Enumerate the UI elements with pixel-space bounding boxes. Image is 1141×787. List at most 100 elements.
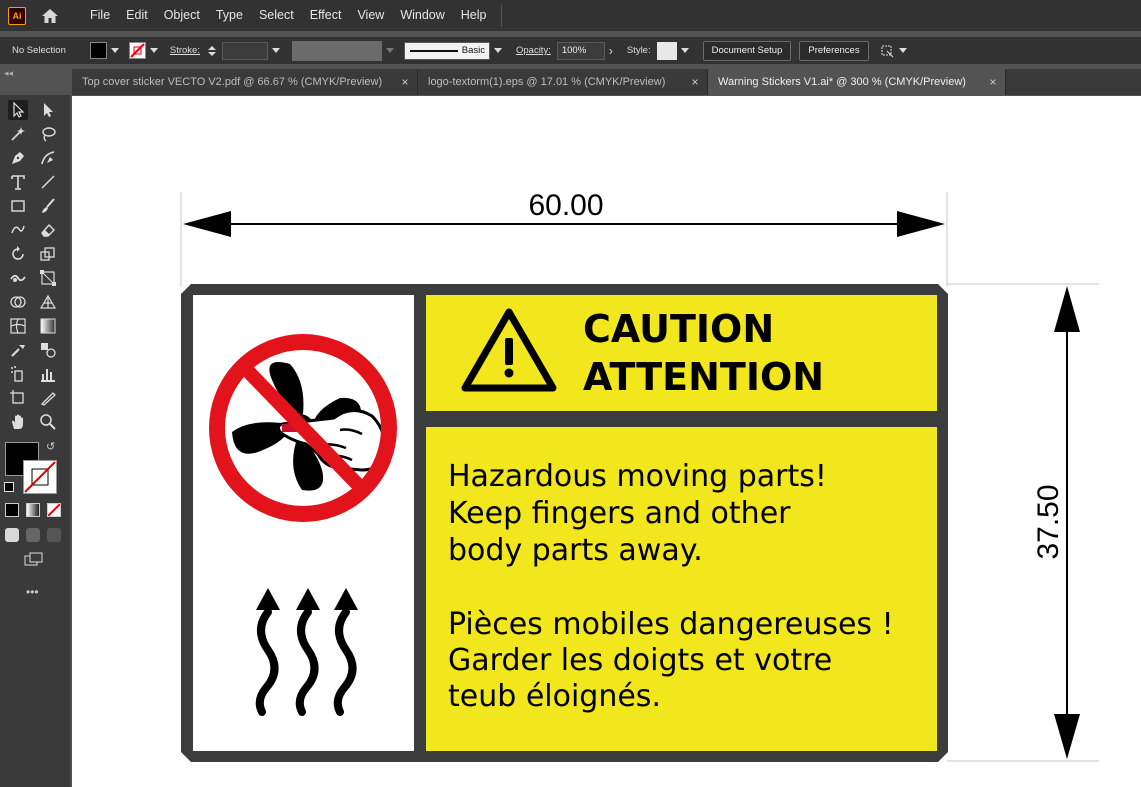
tab-top-cover-sticker[interactable]: Top cover sticker VECTO V2.pdf @ 66.67 %… <box>72 69 418 95</box>
magic-wand-tool-icon[interactable] <box>8 124 28 144</box>
menu-object[interactable]: Object <box>156 0 208 31</box>
warp-tool-icon[interactable] <box>8 268 28 288</box>
menu-divider <box>500 4 502 27</box>
stroke-dropdown-icon[interactable] <box>149 48 158 53</box>
menu-type[interactable]: Type <box>208 0 251 31</box>
menu-file[interactable]: File <box>82 0 118 31</box>
menu-view[interactable]: View <box>349 0 392 31</box>
lasso-tool-icon[interactable] <box>38 124 58 144</box>
gradient-tool-icon[interactable] <box>38 316 58 336</box>
tab-label: logo-textorm(1).eps @ 17.01 % (CMYK/Prev… <box>428 76 666 88</box>
warning-fr-line-1: Pièces mobiles dangereuses ! <box>448 607 894 642</box>
zoom-tool-icon[interactable] <box>38 412 58 432</box>
blend-tool-icon[interactable] <box>38 340 58 360</box>
artboard-tool-icon[interactable] <box>8 388 28 408</box>
document-setup-button[interactable]: Document Setup <box>702 40 792 61</box>
more-tools-icon[interactable]: ••• <box>26 585 39 599</box>
swap-colors-icon[interactable]: ↺ <box>46 440 55 453</box>
gradient-mode-icon[interactable] <box>26 503 40 517</box>
slice-tool-icon[interactable] <box>38 388 58 408</box>
menu-effect[interactable]: Effect <box>302 0 350 31</box>
mesh-tool-icon[interactable] <box>8 316 28 336</box>
direct-selection-tool-icon[interactable] <box>38 100 58 120</box>
home-icon[interactable] <box>40 7 60 25</box>
opacity-chevron-icon[interactable]: › <box>609 44 613 58</box>
tab-label: Top cover sticker VECTO V2.pdf @ 66.67 %… <box>82 76 383 88</box>
hand-tool-icon[interactable] <box>8 412 28 432</box>
style-label: Style: <box>626 45 651 56</box>
graph-tool-icon[interactable] <box>38 364 58 384</box>
default-colors-icon[interactable] <box>4 482 14 492</box>
close-icon[interactable]: × <box>683 75 707 89</box>
none-mode-icon[interactable] <box>47 503 61 517</box>
height-dimension-label: 37.50 <box>1032 484 1065 559</box>
preferences-button[interactable]: Preferences <box>799 40 869 61</box>
curvature-tool-icon[interactable] <box>38 148 58 168</box>
stroke-label[interactable]: Stroke: <box>170 45 200 56</box>
stroke-weight-field[interactable] <box>221 41 268 60</box>
app-logo: Ai <box>8 6 26 25</box>
arrange-icon[interactable] <box>879 43 895 59</box>
stroke-swatch[interactable] <box>128 42 146 59</box>
opacity-field[interactable]: 100% <box>556 41 605 60</box>
warning-fr-line-2: Garder les doigts et votre <box>448 643 832 678</box>
variable-width-profile[interactable] <box>291 40 382 61</box>
dimension-arrow-top <box>1054 286 1080 332</box>
scale-tool-icon[interactable] <box>38 244 58 264</box>
caution-title: CAUTION <box>583 307 774 351</box>
draw-normal-icon[interactable] <box>5 528 19 542</box>
fill-dropdown-icon[interactable] <box>110 48 119 53</box>
rotate-tool-icon[interactable] <box>8 244 28 264</box>
eraser-tool-icon[interactable] <box>38 220 58 240</box>
selection-status: No Selection <box>12 45 66 56</box>
draw-behind-icon[interactable] <box>26 528 40 542</box>
pen-tool-icon[interactable] <box>8 148 28 168</box>
arrange-dropdown-icon[interactable] <box>898 48 907 53</box>
menu-edit[interactable]: Edit <box>118 0 156 31</box>
line-tool-icon[interactable] <box>38 172 58 192</box>
warning-en-line-3: body parts away. <box>448 533 703 568</box>
type-tool-icon[interactable] <box>8 172 28 192</box>
style-dropdown-icon[interactable] <box>680 48 689 53</box>
brush-dropdown-icon[interactable] <box>493 48 502 53</box>
style-swatch[interactable] <box>656 41 677 60</box>
perspective-grid-tool-icon[interactable] <box>38 292 58 312</box>
free-transform-tool-icon[interactable] <box>38 268 58 288</box>
shape-builder-tool-icon[interactable] <box>8 292 28 312</box>
brush-definition[interactable]: Basic <box>403 41 490 60</box>
fill-swatch[interactable] <box>89 42 107 59</box>
color-mode-icon[interactable] <box>5 503 19 517</box>
selection-tool-icon[interactable] <box>8 100 28 120</box>
width-dimension-label: 60.00 <box>528 189 603 222</box>
artwork: 60.00 37.50 CAUTION ATTENTION Hazardous … <box>180 189 1099 762</box>
stroke-color-swatch[interactable] <box>23 460 57 494</box>
tab-warning-stickers[interactable]: Warning Stickers V1.ai* @ 300 % (CMYK/Pr… <box>708 69 1006 95</box>
close-icon[interactable]: × <box>393 75 417 89</box>
menu-list: File Edit Object Type Select Effect View… <box>82 0 495 31</box>
dimension-arrow-left <box>183 211 231 237</box>
menu-help[interactable]: Help <box>453 0 495 31</box>
symbol-sprayer-tool-icon[interactable] <box>8 364 28 384</box>
stroke-weight-dropdown-icon[interactable] <box>271 48 280 53</box>
menu-bar: Ai File Edit Object Type Select Effect V… <box>0 0 1141 31</box>
artboard-canvas[interactable]: 60.00 37.50 CAUTION ATTENTION Hazardous … <box>72 96 1141 787</box>
profile-dropdown-icon[interactable] <box>385 48 394 53</box>
brush-label: Basic <box>461 45 485 56</box>
screen-mode-icon[interactable] <box>24 552 44 566</box>
menu-window[interactable]: Window <box>392 0 452 31</box>
eyedropper-tool-icon[interactable] <box>8 340 28 360</box>
draw-inside-icon[interactable] <box>47 528 61 542</box>
brush-stroke-preview <box>409 49 458 52</box>
menu-select[interactable]: Select <box>251 0 302 31</box>
panel-collapse-icon[interactable]: ◂◂ <box>4 68 13 79</box>
opacity-label[interactable]: Opacity: <box>516 45 551 56</box>
dimension-arrow-right <box>897 211 945 237</box>
attention-title: ATTENTION <box>583 355 824 399</box>
stroke-weight-stepper[interactable] <box>207 45 216 56</box>
rectangle-tool-icon[interactable] <box>8 196 28 216</box>
tab-logo-textorm[interactable]: logo-textorm(1).eps @ 17.01 % (CMYK/Prev… <box>418 69 708 95</box>
shaper-tool-icon[interactable] <box>8 220 28 240</box>
warning-exclamation <box>505 338 513 365</box>
close-icon[interactable]: × <box>981 75 1005 89</box>
paintbrush-tool-icon[interactable] <box>38 196 58 216</box>
